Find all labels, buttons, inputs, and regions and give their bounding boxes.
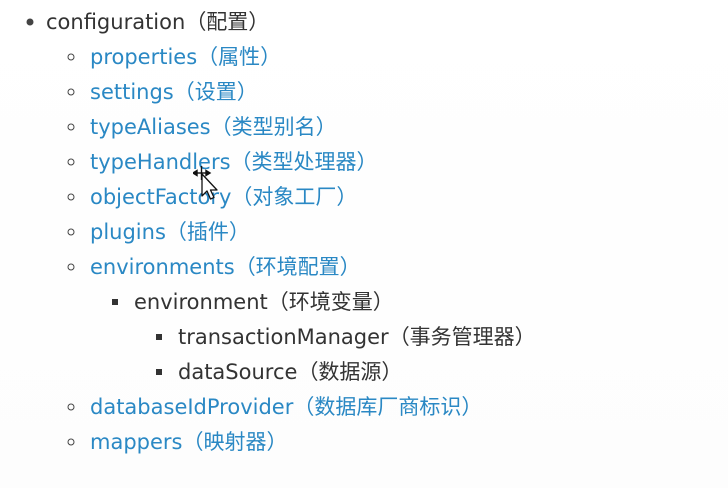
item-note[interactable]: （插件）	[166, 220, 250, 244]
item-link[interactable]: environments（环境配置）	[90, 252, 361, 282]
circle-bullet-icon	[67, 263, 75, 271]
square-bullet-icon	[156, 369, 162, 375]
item-link[interactable]: typeAliases（类型别名）	[90, 112, 337, 142]
item-label: configuration	[46, 10, 186, 34]
item-link[interactable]: objectFactory（对象工厂）	[90, 182, 357, 212]
item-note: （事务管理器）	[388, 325, 536, 349]
item-note[interactable]: （类型处理器）	[231, 150, 378, 174]
item-note[interactable]: （属性）	[197, 45, 281, 69]
item-link[interactable]: properties（属性）	[90, 42, 281, 72]
circle-bullet-icon	[67, 88, 75, 96]
item-link[interactable]: settings（设置）	[90, 77, 258, 107]
document-page: configuration（配置） properties（属性） setting…	[0, 0, 728, 488]
circle-bullet-icon	[67, 193, 75, 201]
circle-bullet-icon	[67, 53, 75, 61]
item-label[interactable]: databaseIdProvider	[90, 395, 293, 419]
item-note: （数据源）	[297, 360, 403, 384]
item-label[interactable]: typeAliases	[90, 115, 211, 139]
item-label[interactable]: environments	[90, 255, 235, 279]
item-label[interactable]: plugins	[90, 220, 166, 244]
item-label[interactable]: properties	[90, 45, 197, 69]
circle-bullet-icon	[67, 438, 75, 446]
item-note: （环境变量）	[267, 290, 394, 314]
item-link[interactable]: databaseIdProvider（数据库厂商标识）	[90, 392, 482, 422]
square-bullet-icon	[156, 334, 162, 340]
item-link[interactable]: mappers（映射器）	[90, 427, 287, 457]
item-note[interactable]: （对象工厂）	[231, 185, 357, 209]
item-note[interactable]: （环境配置）	[235, 255, 361, 279]
item-link[interactable]: plugins（插件）	[90, 217, 250, 247]
circle-bullet-icon	[67, 158, 75, 166]
circle-bullet-icon	[67, 123, 75, 131]
item-note[interactable]: （设置）	[174, 80, 258, 104]
item-label[interactable]: mappers	[90, 430, 182, 454]
item-label: dataSource	[178, 360, 298, 384]
item-label[interactable]: typeHandlers	[90, 150, 231, 174]
item-note[interactable]: （映射器）	[182, 430, 287, 454]
circle-bullet-icon	[67, 403, 75, 411]
item-link[interactable]: typeHandlers（类型处理器）	[90, 147, 378, 177]
item-label: environment	[134, 290, 268, 314]
square-bullet-icon	[112, 299, 118, 305]
item-label[interactable]: objectFactory	[90, 185, 231, 209]
item-note[interactable]: （类型别名）	[211, 115, 337, 139]
item-note: （配置）	[185, 10, 270, 34]
circle-bullet-icon	[67, 228, 75, 236]
item-note[interactable]: （数据库厂商标识）	[293, 395, 482, 419]
item-label: transactionManager	[178, 325, 389, 349]
disc-bullet-icon	[26, 18, 34, 26]
item-label[interactable]: settings	[90, 80, 174, 104]
